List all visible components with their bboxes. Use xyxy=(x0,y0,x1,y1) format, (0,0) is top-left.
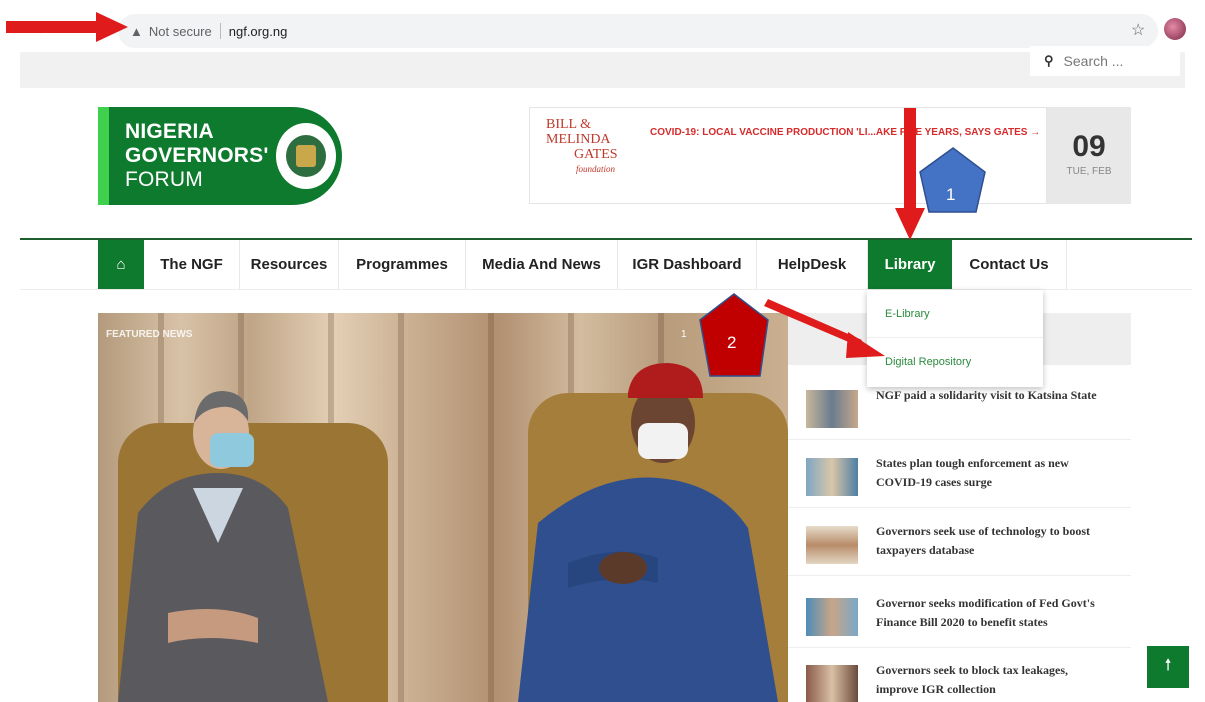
arrow-annotation-address xyxy=(6,12,128,42)
annotation-layer xyxy=(6,12,986,377)
step-1-label: 1 xyxy=(946,185,956,204)
step-2-label: 2 xyxy=(727,333,737,352)
arrow-annotation-repository xyxy=(764,299,885,358)
